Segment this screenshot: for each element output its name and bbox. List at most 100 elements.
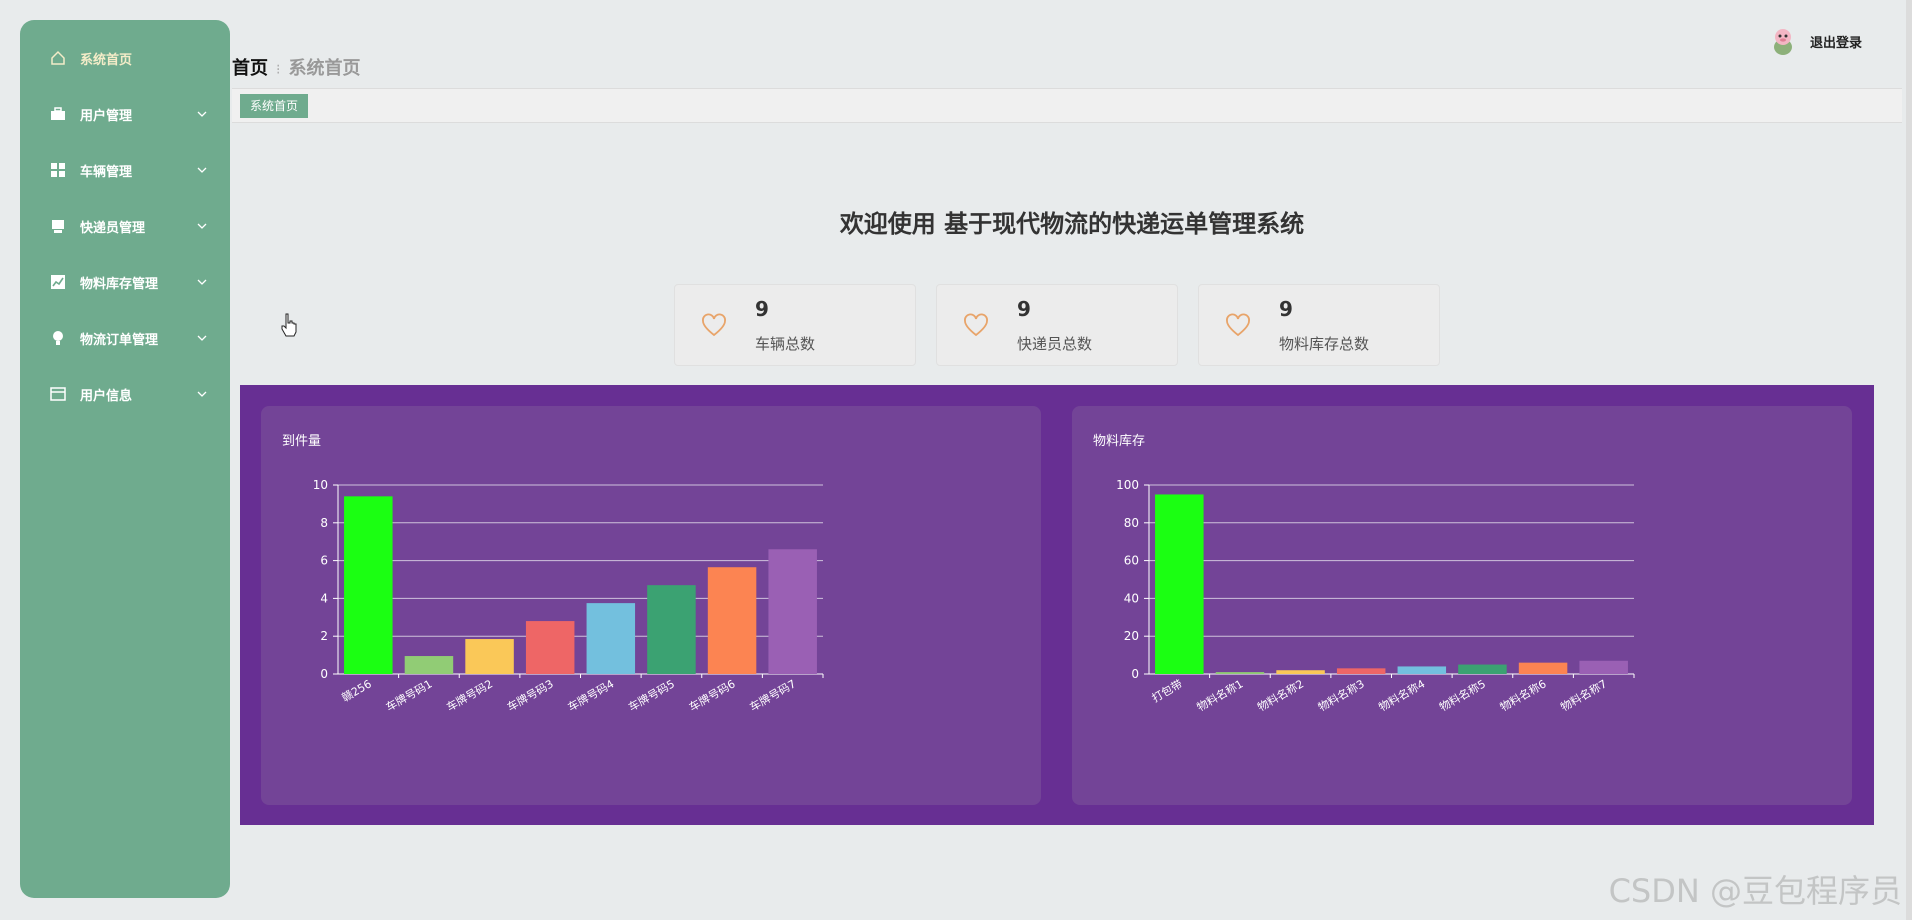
y-tick-label: 10	[313, 478, 328, 492]
y-tick-label: 6	[320, 554, 328, 568]
x-tick-label: 车牌号码3	[505, 676, 556, 714]
sidebar-item-label: 车辆管理	[80, 164, 133, 180]
x-tick-label: 车牌号码6	[686, 676, 737, 714]
bar[interactable]	[768, 549, 817, 674]
breadcrumb: 首页 ⁝ 系统首页	[232, 54, 360, 80]
y-tick-label: 2	[320, 629, 328, 643]
bar[interactable]	[647, 585, 696, 674]
bar[interactable]	[1518, 662, 1568, 674]
sidebar-item-5[interactable]: 物流订单管理	[20, 310, 230, 366]
chevron-down-icon	[196, 220, 208, 232]
arrivals-chart-svg: 0246810赣256 车牌号码1 车牌号码2 车牌号码3 车牌号码4 车牌号码5 车牌号码…	[313, 478, 824, 714]
y-tick-label: 4	[320, 591, 328, 605]
bar[interactable]	[404, 656, 454, 674]
stat-label: 车辆总数	[755, 335, 816, 353]
bar[interactable]	[1155, 494, 1204, 674]
sidebar-item-label: 快递员管理	[80, 220, 146, 236]
stat-value: 9	[755, 297, 769, 321]
page-scrollbar[interactable]	[1906, 0, 1912, 920]
sidebar-item-3[interactable]: 快递员管理	[20, 198, 230, 254]
bar[interactable]	[465, 639, 514, 674]
arrivals-chart: 到件量 0 2 4 6 8 10 赣256 车牌号码1 车牌号码2 车牌号码3 车牌号码4 车牌号码5…	[261, 406, 1041, 805]
hand-cursor-icon	[281, 313, 297, 337]
y-tick-label: 20	[1124, 629, 1139, 643]
x-tick-label: 物料名称4	[1376, 676, 1427, 714]
y-tick-label: 0	[320, 667, 328, 681]
bar[interactable]	[1458, 664, 1507, 674]
tabs-bar: 系统首页	[232, 88, 1902, 123]
sidebar-item-0[interactable]: 系统首页	[20, 30, 230, 86]
x-tick-label: 赣256	[339, 676, 374, 704]
x-tick-label: 物料名称1	[1194, 676, 1245, 714]
chevron-down-icon	[196, 108, 208, 120]
stat-value: 9	[1279, 297, 1293, 321]
watermark: CSDN @豆包程序员	[1608, 872, 1902, 910]
welcome-title: 欢迎使用 基于现代物流的快递运单管理系统	[839, 210, 1305, 238]
printer-icon	[50, 218, 66, 234]
x-tick-label: 车牌号码1	[383, 676, 434, 714]
chevron-down-icon	[196, 332, 208, 344]
home-icon	[50, 50, 66, 66]
sidebar-item-1[interactable]: 用户管理	[20, 86, 230, 142]
chevron-down-icon	[196, 276, 208, 288]
card-icon	[50, 386, 66, 402]
y-tick-label: 0	[1131, 667, 1139, 681]
breadcrumb-home[interactable]: 首页	[232, 54, 268, 80]
sidebar-item-4[interactable]: 物料库存管理	[20, 254, 230, 310]
grid-icon	[50, 162, 66, 178]
x-tick-label: 物料名称3	[1316, 676, 1367, 714]
sidebar-item-label: 用户信息	[80, 388, 133, 404]
x-tick-label: 物料名称7	[1558, 676, 1609, 714]
bar[interactable]	[525, 621, 575, 674]
bar[interactable]	[1336, 668, 1386, 674]
stats-row: 9 车辆总数 9 快递员总数 9 物料库存总数	[674, 284, 1440, 366]
breadcrumb-separator: ⁝	[276, 62, 281, 78]
bar[interactable]	[1276, 670, 1325, 674]
bar[interactable]	[344, 496, 393, 674]
breadcrumb-current: 系统首页	[288, 58, 361, 79]
user-area: 退出登录	[1770, 26, 1862, 56]
charts-panel: 到件量 0 2 4 6 8 10 赣256 车牌号码1 车牌号码2 车牌号码3 车牌号码4 车牌号码5…	[240, 385, 1874, 825]
sidebar: 系统首页用户管理车辆管理快递员管理物料库存管理 物流订单管理 用户信息	[20, 20, 230, 898]
bar[interactable]	[1397, 666, 1447, 674]
briefcase-icon	[50, 106, 66, 122]
stat-value: 9	[1017, 297, 1031, 321]
chart-icon	[50, 274, 66, 290]
bar[interactable]	[1215, 672, 1265, 674]
stat-card-couriers: 9 快递员总数	[936, 284, 1178, 366]
chevron-down-icon	[196, 164, 208, 176]
avatar[interactable]	[1770, 26, 1796, 56]
bar[interactable]	[1579, 660, 1628, 674]
heart-icon	[964, 313, 988, 337]
x-tick-label: 打包带	[1149, 676, 1185, 705]
stat-label: 快递员总数	[1017, 335, 1093, 353]
sidebar-item-label: 系统首页	[80, 52, 133, 68]
y-tick-label: 60	[1124, 554, 1139, 568]
bar[interactable]	[707, 567, 757, 674]
x-tick-label: 物料名称6	[1497, 676, 1548, 714]
sidebar-item-6[interactable]: 用户信息	[20, 366, 230, 422]
heart-icon	[1226, 313, 1250, 337]
stat-card-materials: 9 物料库存总数	[1198, 284, 1440, 366]
y-tick-label: 100	[1116, 478, 1139, 492]
x-tick-label: 车牌号码5	[626, 676, 677, 714]
y-tick-label: 8	[320, 516, 328, 530]
sidebar-item-2[interactable]: 车辆管理	[20, 142, 230, 198]
x-tick-label: 车牌号码2	[444, 676, 495, 714]
sidebar-item-label: 用户管理	[80, 108, 133, 124]
bar[interactable]	[586, 603, 636, 674]
y-tick-label: 80	[1124, 516, 1139, 530]
x-tick-label: 物料名称5	[1437, 676, 1488, 714]
logout-button[interactable]: 退出登录	[1810, 32, 1862, 51]
x-tick-label: 物料名称2	[1255, 676, 1306, 714]
inventory-chart: 物料库存 0 20 40 60 80 100 打包带 物料名称1 物料名称2 物料名称3 物料名称4…	[1072, 406, 1852, 805]
y-tick-label: 40	[1124, 591, 1139, 605]
tab-home[interactable]: 系统首页	[240, 94, 309, 118]
sidebar-item-label: 物料库存管理	[80, 276, 159, 292]
heart-icon	[702, 313, 726, 337]
chevron-down-icon	[196, 388, 208, 400]
stat-label: 物料库存总数	[1279, 335, 1370, 353]
bulb-icon	[50, 330, 66, 346]
sidebar-item-label: 物流订单管理	[80, 332, 159, 348]
stat-card-vehicles: 9 车辆总数	[674, 284, 916, 366]
